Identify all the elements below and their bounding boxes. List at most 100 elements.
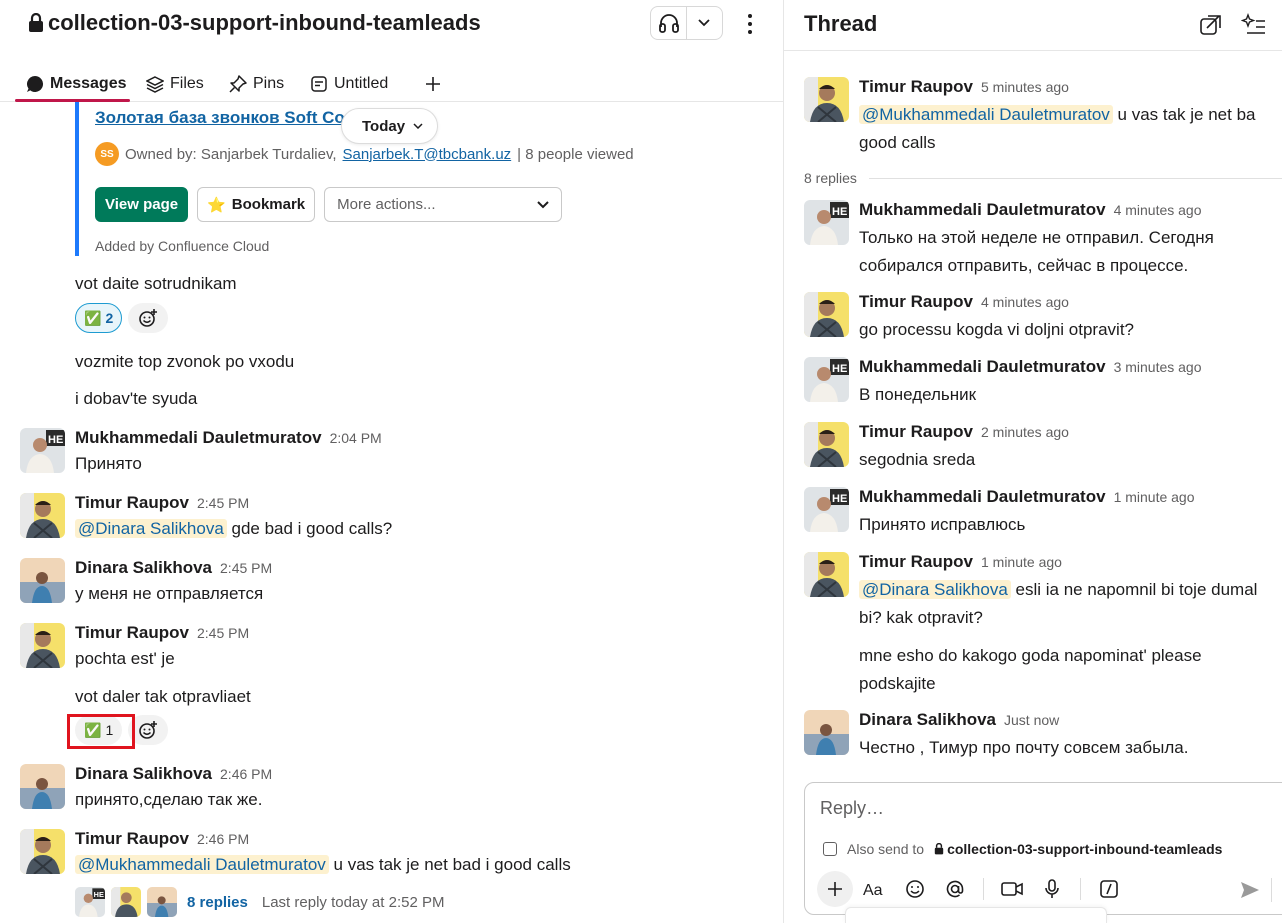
- send-button[interactable]: [1235, 875, 1265, 905]
- tab-label: Messages: [50, 75, 127, 92]
- user-mention[interactable]: @Mukhammedali Dauletmuratov: [859, 105, 1113, 124]
- tab-untitled[interactable]: Untitled: [310, 66, 388, 102]
- view-page-button[interactable]: View page: [95, 187, 189, 222]
- pin-icon: [229, 75, 247, 93]
- highlight-annotation: [67, 714, 135, 749]
- timestamp[interactable]: 2:46 PM: [220, 766, 272, 782]
- timestamp[interactable]: 2:45 PM: [197, 625, 249, 641]
- avatar[interactable]: HE: [804, 487, 849, 532]
- timestamp[interactable]: 1 minute ago: [1114, 489, 1195, 505]
- author-name[interactable]: Timur Raupov 4 minutes ago: [859, 292, 1069, 312]
- reply-input[interactable]: Reply…: [820, 798, 884, 819]
- message-body: Честно , Тимур про почту совсем забыла.: [859, 738, 1189, 757]
- chevron-down-icon[interactable]: [687, 7, 722, 39]
- avatar[interactable]: [20, 623, 65, 668]
- owner-email-link[interactable]: Sanjarbek.T@tbcbank.uz: [343, 146, 512, 163]
- author-name[interactable]: Mukhammedali Dauletmuratov 2:04 PM: [75, 428, 382, 448]
- author-name[interactable]: Timur Raupov 2 minutes ago: [859, 422, 1069, 442]
- message-body: @Mukhammedali Dauletmuratov u vas tak je…: [75, 855, 571, 875]
- timestamp[interactable]: 4 minutes ago: [981, 294, 1069, 310]
- user-mention[interactable]: @Dinara Salikhova: [859, 580, 1011, 599]
- open-in-window-icon[interactable]: [1198, 12, 1224, 38]
- timestamp[interactable]: Just now: [1004, 712, 1059, 728]
- timestamp[interactable]: 2:45 PM: [197, 495, 249, 511]
- reaction-check[interactable]: ✅ 2: [75, 303, 123, 333]
- unfurl-link[interactable]: Золотая база звонков Soft Co: [95, 108, 345, 128]
- divider: [983, 878, 984, 900]
- avatar[interactable]: HE: [804, 200, 849, 245]
- headphones-icon[interactable]: [651, 7, 686, 39]
- svg-text:HE: HE: [48, 434, 63, 446]
- svg-text:Aa: Aa: [863, 882, 883, 898]
- chevron-down-icon: [413, 123, 423, 129]
- avatar[interactable]: HE: [804, 357, 849, 402]
- avatar: [111, 887, 141, 917]
- bookmark-button[interactable]: ⭐ Bookmark: [197, 187, 316, 222]
- owner-text: Owned by: Sanjarbek Turdaliev,: [125, 145, 337, 163]
- author-name[interactable]: Dinara Salikhova 2:45 PM: [75, 558, 272, 578]
- message-body: принято,сделаю так же.: [75, 790, 263, 809]
- attach-button[interactable]: [817, 871, 853, 907]
- mention-button[interactable]: [937, 871, 973, 907]
- author-name[interactable]: Timur Raupov 5 minutes ago: [859, 77, 1069, 97]
- author-name[interactable]: Timur Raupov 2:46 PM: [75, 829, 249, 849]
- ai-summary-icon[interactable]: [1241, 12, 1267, 38]
- emoji-button[interactable]: [897, 871, 933, 907]
- tab-pins[interactable]: Pins: [229, 66, 284, 102]
- author-name[interactable]: Mukhammedali Dauletmuratov 4 minutes ago: [859, 200, 1202, 220]
- avatar[interactable]: [20, 764, 65, 809]
- avatar[interactable]: [804, 710, 849, 755]
- timestamp[interactable]: 2 minutes ago: [981, 424, 1069, 440]
- shortcuts-button[interactable]: [1091, 871, 1127, 907]
- user-mention[interactable]: @Mukhammedali Dauletmuratov: [75, 855, 329, 874]
- tab-messages[interactable]: Messages: [26, 66, 127, 102]
- author-name[interactable]: Mukhammedali Dauletmuratov 3 minutes ago: [859, 357, 1202, 377]
- timestamp[interactable]: 1 minute ago: [981, 554, 1062, 570]
- timestamp[interactable]: 2:45 PM: [220, 560, 272, 576]
- author-name[interactable]: Mukhammedali Dauletmuratov 1 minute ago: [859, 487, 1195, 507]
- author-name[interactable]: Timur Raupov 2:45 PM: [75, 493, 249, 513]
- author-name[interactable]: Dinara Salikhova 2:46 PM: [75, 764, 272, 784]
- avatar[interactable]: HE: [20, 428, 65, 473]
- replies-link[interactable]: 8 replies: [187, 894, 248, 911]
- avatar[interactable]: [20, 829, 65, 874]
- also-send-checkbox[interactable]: [823, 842, 837, 856]
- author-name[interactable]: Timur Raupov 2:45 PM: [75, 623, 249, 643]
- audio-clip-button[interactable]: [1034, 871, 1070, 907]
- timestamp[interactable]: 4 minutes ago: [1114, 202, 1202, 218]
- date-divider-button[interactable]: Today: [341, 108, 439, 144]
- add-tab-button[interactable]: [424, 66, 442, 102]
- timestamp[interactable]: 5 minutes ago: [981, 79, 1069, 95]
- huddle-button[interactable]: [650, 6, 723, 40]
- author-name[interactable]: Dinara Salikhova Just now: [859, 710, 1059, 730]
- avatar[interactable]: [804, 422, 849, 467]
- timestamp[interactable]: 2:04 PM: [330, 430, 382, 446]
- author-name[interactable]: Timur Raupov 1 minute ago: [859, 552, 1062, 572]
- more-actions-select[interactable]: More actions...: [324, 187, 563, 222]
- more-icon[interactable]: [740, 10, 760, 38]
- thread-replies-bar[interactable]: HE 8 replies Last reply today at 2:52 PM: [75, 887, 444, 917]
- divider: [1271, 878, 1272, 902]
- also-send-label: Also send to: [847, 841, 925, 857]
- reply-count-label: 8 replies: [804, 170, 857, 186]
- timestamp[interactable]: 2:46 PM: [197, 831, 249, 847]
- svg-text:HE: HE: [832, 363, 847, 375]
- channel-title[interactable]: collection-03-support-inbound-teamleads: [28, 10, 481, 36]
- at-icon: [946, 880, 964, 898]
- avatar[interactable]: [20, 558, 65, 603]
- tab-files[interactable]: Files: [146, 66, 204, 102]
- add-reaction-button[interactable]: [128, 303, 169, 333]
- message-body: segodnia sreda: [859, 450, 976, 469]
- avatar[interactable]: [804, 77, 849, 122]
- message-text: i dobav'te syuda: [75, 389, 198, 408]
- user-mention[interactable]: @Dinara Salikhova: [75, 519, 227, 538]
- avatar[interactable]: [804, 552, 849, 597]
- formatting-button[interactable]: Aa: [857, 871, 893, 907]
- avatar[interactable]: [804, 292, 849, 337]
- message-list[interactable]: Золотая база звонков Soft Co SS Owned by…: [0, 102, 783, 923]
- timestamp[interactable]: 3 minutes ago: [1114, 359, 1202, 375]
- avatar[interactable]: [20, 493, 65, 538]
- video-clip-button[interactable]: [994, 871, 1030, 907]
- reply-composer[interactable]: Reply… Also send to collection-03-suppor…: [804, 782, 1282, 915]
- divider: [784, 50, 1282, 51]
